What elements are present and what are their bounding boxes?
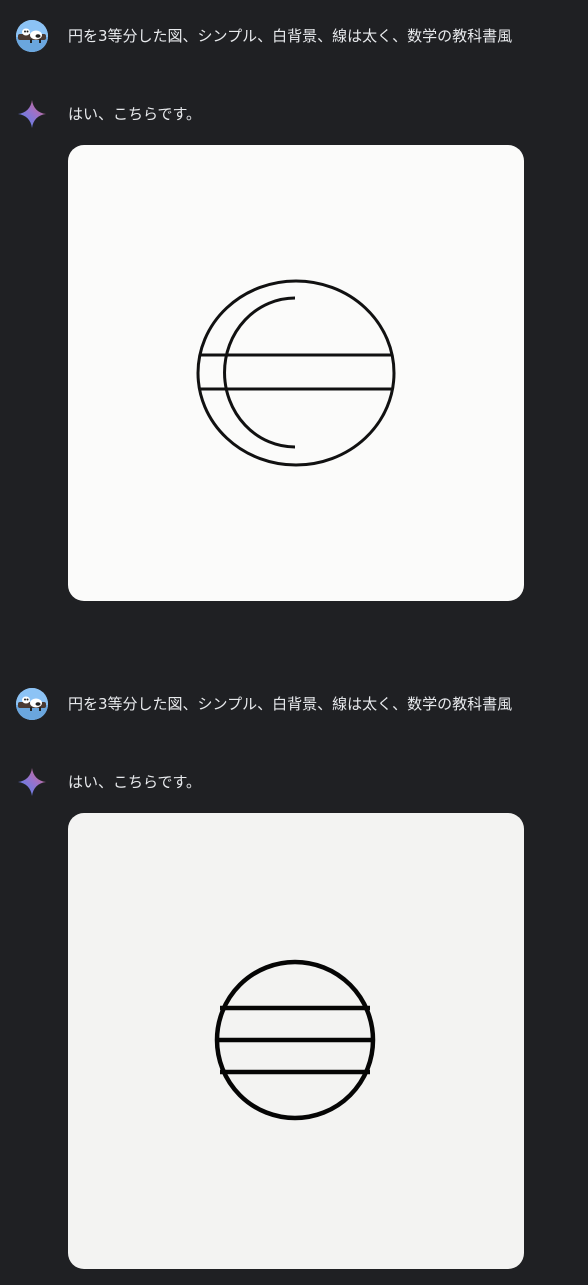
model-reply-text: はい、こちらです。 xyxy=(68,105,202,123)
model-response-header: はい、こちらです。 xyxy=(0,96,588,136)
user-message: 円を3等分した図、シンプル、白背景、線は太く、数学の教科書風 xyxy=(0,684,588,724)
user-prompt-text: 円を3等分した図、シンプル、白背景、線は太く、数学の教科書風 xyxy=(68,695,513,713)
generated-image[interactable] xyxy=(68,145,524,601)
model-response-header: はい、こちらです。 xyxy=(0,764,588,804)
user-avatar-icon xyxy=(16,20,48,52)
user-prompt-text: 円を3等分した図、シンプル、白背景、線は太く、数学の教科書風 xyxy=(68,27,513,45)
gemini-sparkle-icon xyxy=(16,766,48,798)
user-avatar-icon xyxy=(16,688,48,720)
user-message: 円を3等分した図、シンプル、白背景、線は太く、数学の教科書風 xyxy=(0,16,588,56)
model-reply-text: はい、こちらです。 xyxy=(68,773,202,791)
gemini-sparkle-icon xyxy=(16,98,48,130)
generated-image[interactable] xyxy=(68,813,524,1269)
